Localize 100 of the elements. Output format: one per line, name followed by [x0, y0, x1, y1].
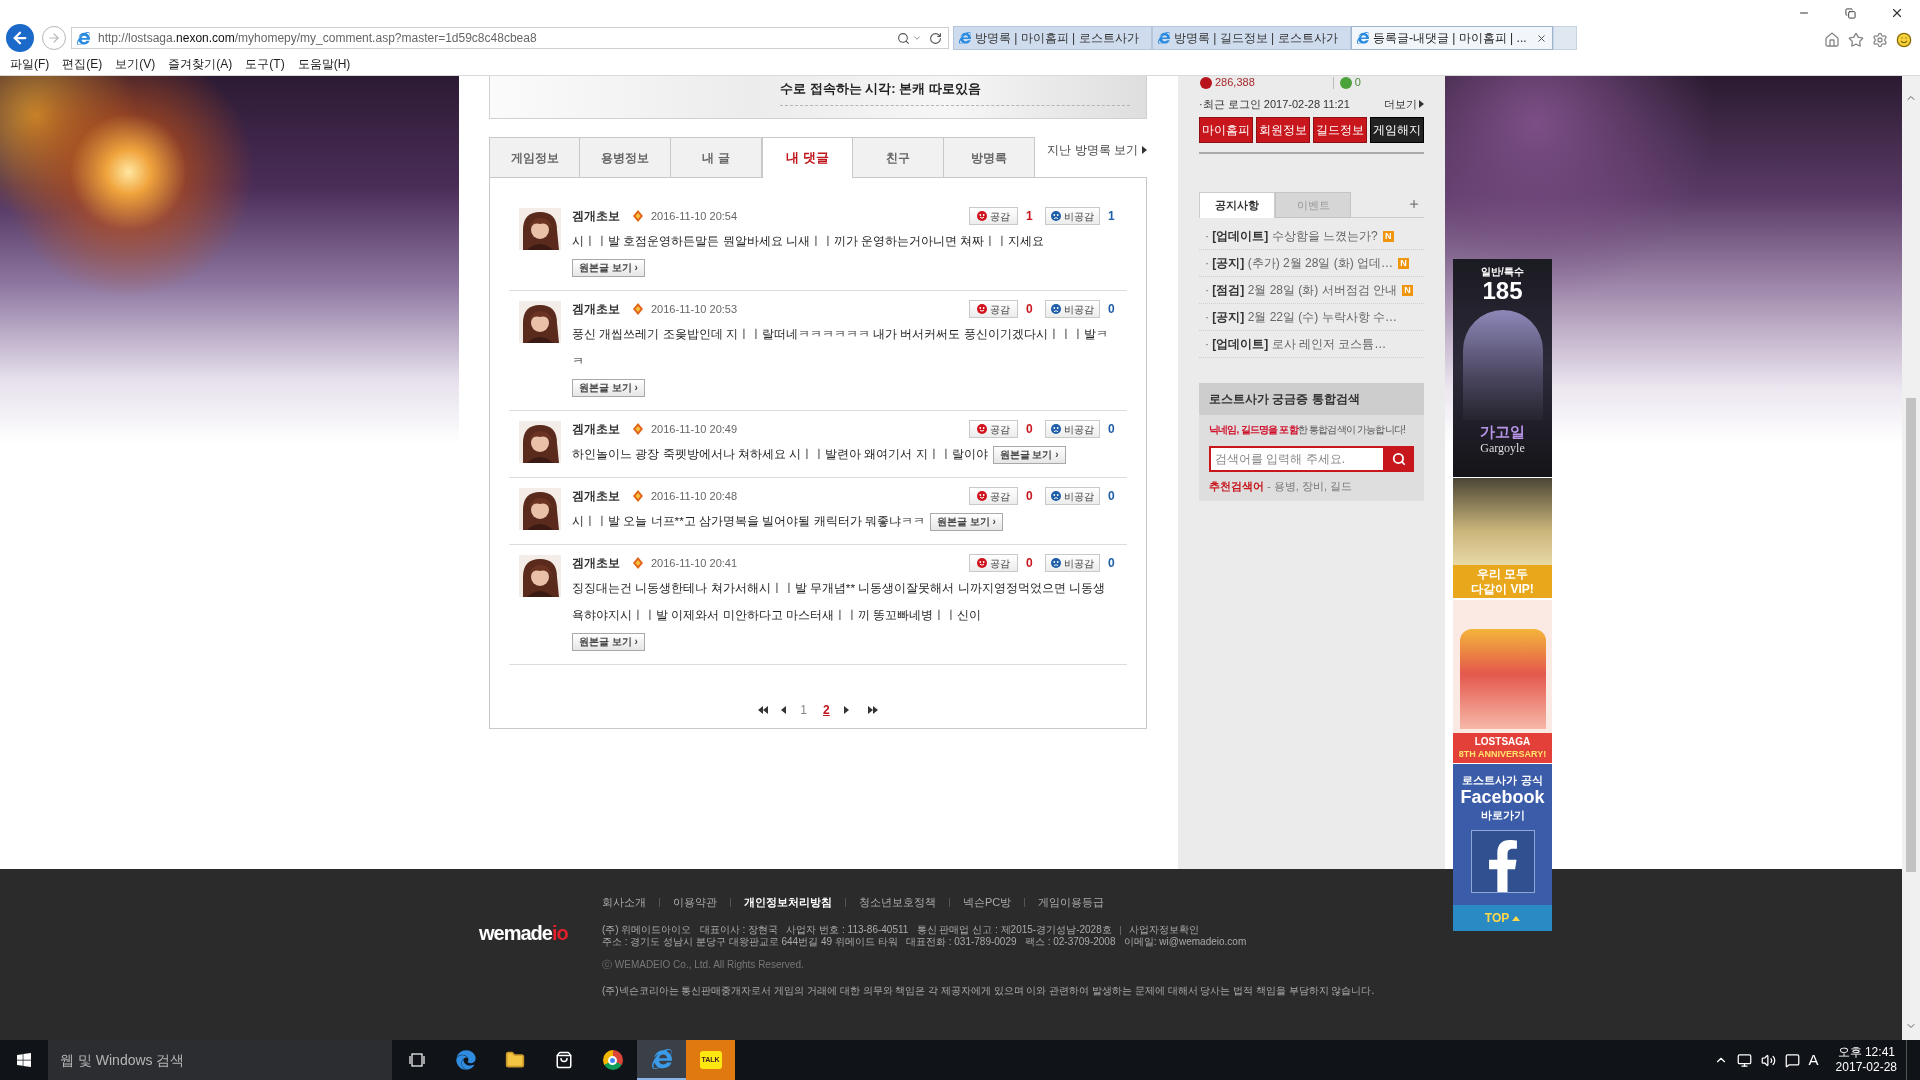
like-button[interactable]: 공감 [969, 207, 1018, 225]
more-link[interactable]: 더보기 [1384, 95, 1417, 113]
anniversary-banner[interactable]: LOSTSAGA 8TH ANNIVERSARY! [1453, 600, 1552, 763]
home-icon[interactable] [1824, 32, 1840, 48]
dislike-button[interactable]: 비공감 [1045, 487, 1100, 505]
view-original-button[interactable]: 원본글 보기 › [572, 379, 645, 397]
diamond-icon [633, 490, 643, 502]
author-name: 겜개초보 [572, 488, 620, 505]
copyright-text: ⓒ WEMADEIO Co., Ltd. All Rights Reserved. [602, 959, 804, 971]
refresh-icon[interactable] [929, 31, 942, 45]
smile-face-icon [977, 491, 987, 501]
menu-item[interactable]: 도구(T) [245, 55, 285, 72]
task-view-icon [408, 1053, 425, 1067]
windows-logo-icon [16, 1052, 32, 1068]
banner-caption: 일반/특수 [1481, 266, 1524, 278]
notice-link[interactable]: · [업데이트] 수상함을 느꼈는가? [1205, 227, 1378, 245]
next-page-button[interactable] [842, 704, 851, 716]
footer-link[interactable]: 개인정보처리방침 [744, 893, 832, 911]
view-original-button[interactable]: 원본글 보기 › [992, 445, 1066, 464]
taskbar-search-field[interactable]: 웹 및 Windows 검색 [48, 1040, 392, 1080]
banner-text: 로스트사가 공식 [1462, 773, 1543, 787]
like-count: 1 [1025, 208, 1034, 225]
comment-date: 2016-11-10 20:49 [651, 421, 738, 437]
address-field[interactable]: http://lostsaga.nexon.com/myhomepy/my_comment.asp?master=1d59c8c48cbea8 [98, 28, 897, 48]
menu-item[interactable]: 편집(E) [62, 55, 103, 72]
like-button[interactable]: 공감 [969, 300, 1018, 318]
dislike-count: 0 [1107, 555, 1116, 572]
up-triangle-icon [1512, 915, 1521, 921]
avatar-icon [519, 208, 561, 250]
notice-link[interactable]: · [업데이트] 로사 레인저 코스튬… [1205, 335, 1387, 353]
footer-link[interactable]: 회사소개 [602, 893, 646, 911]
view-original-button[interactable]: 원본글 보기 › [929, 512, 1003, 531]
search-icon[interactable] [897, 31, 910, 45]
profile-tab[interactable]: 용병정보 [580, 137, 671, 178]
business-info-link[interactable]: 사업자정보확인 [1128, 924, 1199, 936]
dislike-button[interactable]: 비공감 [1045, 554, 1100, 572]
volume-icon[interactable] [1760, 1052, 1776, 1068]
page-number[interactable]: 2 [820, 701, 833, 719]
clock[interactable]: 오후 12:41 2017-02-28 [1835, 1045, 1897, 1075]
scrollbar-thumb[interactable] [1906, 398, 1916, 872]
account-button[interactable]: 마이홈피 [1199, 117, 1253, 143]
view-original-button[interactable]: 원본글 보기 › [572, 259, 645, 277]
more-notices-button[interactable] [1408, 198, 1420, 210]
comment-text: 풍신 개씹쓰레기 조옺밥인데 지ㅣㅣ랄떠네ㅋㅋㅋㅋㅋㅋ 내가 버서커써도 풍신이기겠다시ㅣㅣㅣ발ㅋㅋ [572, 326, 1109, 370]
favorites-star-icon[interactable] [1848, 32, 1864, 48]
notice-link[interactable]: · [공지] 2월 22일 (수) 누락사항 수… [1205, 308, 1398, 326]
back-button[interactable] [6, 24, 34, 52]
left-triangle-icon [780, 706, 786, 714]
notice-link[interactable]: · [공지] (추가) 2월 28일 (화) 업데… [1205, 254, 1394, 272]
menu-item[interactable]: 파일(F) [10, 55, 50, 72]
close-tab-icon[interactable] [1536, 32, 1547, 44]
banner-subtitle: Gargoyle [1480, 441, 1525, 455]
profile-tab[interactable]: 게임정보 [489, 137, 580, 178]
search-field[interactable]: 검색어를 입력해 주세요. [1209, 446, 1383, 472]
company-info-text: (주) 위메이드아이오 대표이사 : 장현국 사업자 번호 : 113-86-40511 통신 판매업 신고 : 제2015-경기성남-2028호 [602, 924, 1112, 936]
profile-tab[interactable]: 내 댓글 [762, 137, 853, 178]
menu-item[interactable]: 즐겨찾기(A) [168, 55, 233, 72]
footer-link[interactable]: 게임이용등급 [1038, 893, 1105, 911]
footer-link[interactable]: 이용약관 [673, 893, 717, 911]
browser-tab[interactable]: 방명록 | 길드정보 | 로스트사가 [1152, 26, 1351, 50]
smiley-icon[interactable] [1896, 32, 1912, 48]
like-button[interactable]: 공감 [969, 420, 1018, 438]
browser-tab[interactable]: 등록글-내댓글 | 마이홈피 | ... [1351, 26, 1553, 50]
footer-link[interactable]: 넥슨PC방 [963, 893, 1012, 911]
character-banner[interactable]: 일반/특수 185 가고일 Gargoyle [1453, 259, 1552, 477]
banner-text: 8TH ANNIVERSARY! [1458, 748, 1547, 760]
dislike-button[interactable]: 비공감 [1045, 420, 1100, 438]
past-guestbook-link[interactable]: 지난 방명록 보기 [1047, 143, 1138, 157]
ie-browser-icon [651, 1049, 672, 1069]
folder-icon [504, 1050, 525, 1070]
dislike-button[interactable]: 비공감 [1045, 207, 1100, 225]
account-button[interactable]: 길드정보 [1313, 117, 1367, 143]
input-method-indicator[interactable]: A [1808, 1048, 1819, 1072]
avatar-icon [519, 555, 561, 597]
notice-tab[interactable]: 공지사항 [1199, 192, 1275, 218]
like-button[interactable]: 공감 [969, 554, 1018, 572]
notifications-icon[interactable] [1784, 1052, 1800, 1068]
diamond-icon [633, 303, 643, 315]
page-number[interactable]: 1 [797, 701, 810, 719]
facebook-banner[interactable]: 로스트사가 공식 Facebook 바로가기 [1453, 764, 1552, 905]
browser-tab[interactable]: 방명록 | 마이홈피 | 로스트사가 [953, 26, 1152, 50]
dislike-button[interactable]: 비공감 [1045, 300, 1100, 318]
notice-link[interactable]: · [점검] 2월 28일 (화) 서버점검 안내 [1205, 281, 1398, 299]
search-button[interactable] [1383, 446, 1414, 472]
like-button[interactable]: 공감 [969, 487, 1018, 505]
account-button[interactable]: 회원정보 [1256, 117, 1310, 143]
network-icon[interactable] [1736, 1052, 1752, 1068]
profile-tab[interactable]: 내 글 [671, 137, 762, 178]
view-original-button[interactable]: 원본글 보기 › [572, 633, 645, 651]
last-page-button[interactable] [866, 704, 879, 716]
settings-icon[interactable] [1872, 32, 1888, 48]
first-page-button[interactable] [757, 704, 770, 716]
menu-item[interactable]: 보기(V) [115, 55, 156, 72]
profile-tab[interactable]: 방명록 [944, 137, 1035, 178]
menu-item[interactable]: 도움말(H) [297, 55, 351, 72]
previous-page-button[interactable] [779, 704, 788, 716]
account-button[interactable]: 게임해지 [1370, 117, 1424, 143]
chrome-browser-icon [602, 1050, 623, 1070]
profile-tab[interactable]: 친구 [853, 137, 944, 178]
footer-link[interactable]: 청소년보호정책 [859, 893, 936, 911]
